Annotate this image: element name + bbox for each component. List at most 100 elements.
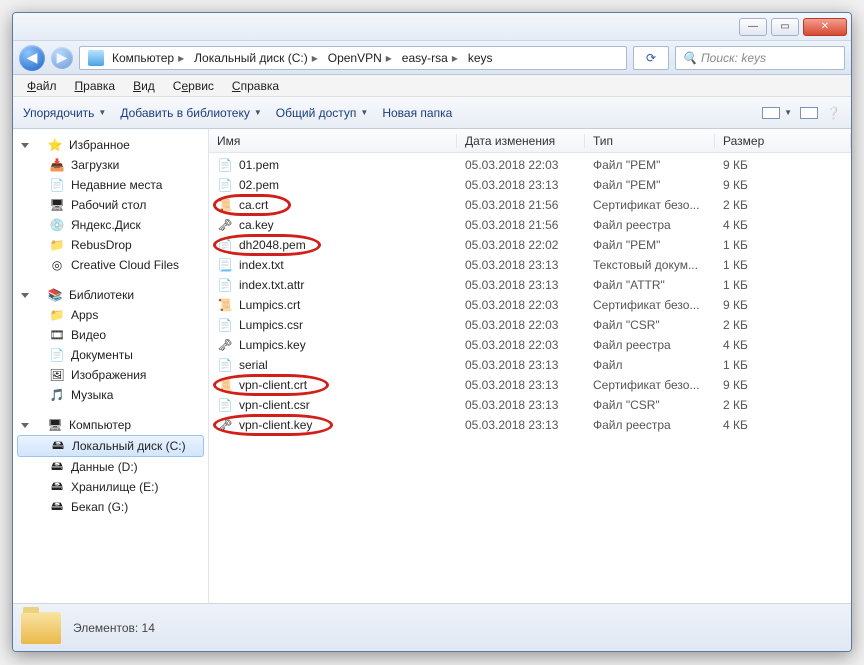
search-placeholder: Поиск: keys (701, 51, 766, 65)
view-mode-button[interactable]: ▼ (762, 107, 792, 119)
file-type: Файл реестра (585, 338, 715, 352)
breadcrumb-item[interactable]: OpenVPN▸ (326, 51, 398, 65)
preview-pane-button[interactable] (800, 107, 818, 119)
nav-group-header[interactable]: ⭐Избранное (13, 135, 208, 155)
file-size: 2 КБ (715, 318, 851, 332)
close-button[interactable]: ✕ (803, 18, 847, 36)
breadcrumb-item[interactable]: Локальный диск (C:)▸ (192, 51, 324, 65)
file-row[interactable]: 📄Lumpics.csr05.03.2018 22:03Файл "CSR"2 … (209, 315, 851, 335)
breadcrumb-bar[interactable]: Компьютер▸ Локальный диск (C:)▸ OpenVPN▸… (79, 46, 627, 70)
help-button[interactable]: ❔ (826, 106, 841, 120)
main: ⭐Избранное 📥Загрузки📄Недавние места🖥Рабо… (13, 129, 851, 603)
file-date: 05.03.2018 23:13 (457, 178, 585, 192)
nav-item[interactable]: 🖴Локальный диск (C:) (17, 435, 204, 457)
nav-item[interactable]: 🖴Данные (D:) (13, 457, 208, 477)
file-name: vpn-client.csr (239, 398, 310, 412)
file-row[interactable]: 📃index.txt05.03.2018 23:13Текстовый доку… (209, 255, 851, 275)
breadcrumb-item[interactable]: easy-rsa▸ (400, 51, 464, 65)
file-row[interactable]: 📄02.pem05.03.2018 23:13Файл "PEM"9 КБ (209, 175, 851, 195)
col-size[interactable]: Размер (715, 134, 851, 148)
file-size: 1 КБ (715, 278, 851, 292)
nav-group-favorites: ⭐Избранное 📥Загрузки📄Недавние места🖥Рабо… (13, 135, 208, 275)
nav-item-label: Видео (71, 328, 106, 342)
new-folder-button[interactable]: Новая папка (382, 106, 452, 120)
file-icon: 📄 (217, 277, 233, 293)
file-row[interactable]: 📄vpn-client.csr05.03.2018 23:13Файл "CSR… (209, 395, 851, 415)
file-row[interactable]: 📜Lumpics.crt05.03.2018 22:03Сертификат б… (209, 295, 851, 315)
breadcrumb-item[interactable]: Компьютер▸ (110, 51, 190, 65)
file-type: Текстовый докум... (585, 258, 715, 272)
file-date: 05.03.2018 22:03 (457, 318, 585, 332)
nav-item[interactable]: 📁RebusDrop (13, 235, 208, 255)
add-to-library-button[interactable]: Добавить в библиотеку ▼ (120, 106, 261, 120)
share-button[interactable]: Общий доступ ▼ (276, 106, 369, 120)
minimize-button[interactable]: — (739, 18, 767, 36)
nav-group-header[interactable]: 📚Библиотеки (13, 285, 208, 305)
nav-item-label: Документы (71, 348, 133, 362)
file-type: Файл "CSR" (585, 398, 715, 412)
file-icon: 📄 (217, 397, 233, 413)
nav-item-label: Creative Cloud Files (71, 258, 179, 272)
folder-icon (21, 612, 61, 644)
file-row[interactable]: 📄01.pem05.03.2018 22:03Файл "PEM"9 КБ (209, 155, 851, 175)
file-name: serial (239, 358, 268, 372)
file-date: 05.03.2018 22:02 (457, 238, 585, 252)
col-date[interactable]: Дата изменения (457, 134, 585, 148)
file-row[interactable]: 📜ca.crt05.03.2018 21:56Сертификат безо..… (209, 195, 851, 215)
nav-item[interactable]: 🎵Музыка (13, 385, 208, 405)
nav-item[interactable]: 💿Яндекс.Диск (13, 215, 208, 235)
nav-item[interactable]: 📄Недавние места (13, 175, 208, 195)
file-row[interactable]: 📜vpn-client.crt05.03.2018 23:13Сертифика… (209, 375, 851, 395)
breadcrumb-item[interactable]: keys (466, 51, 495, 65)
file-date: 05.03.2018 22:03 (457, 158, 585, 172)
file-row[interactable]: 🗝vpn-client.key05.03.2018 23:13Файл реес… (209, 415, 851, 435)
nav-item-icon: 📁 (49, 307, 65, 323)
file-date: 05.03.2018 23:13 (457, 278, 585, 292)
nav-item[interactable]: 📁Apps (13, 305, 208, 325)
refresh-button[interactable]: ⟳ (633, 46, 669, 70)
nav-group-header[interactable]: 🖥Компьютер (13, 415, 208, 435)
file-date: 05.03.2018 23:13 (457, 258, 585, 272)
nav-back-button[interactable]: ◀ (19, 45, 45, 71)
file-row[interactable]: 📄serial05.03.2018 23:13Файл1 КБ (209, 355, 851, 375)
navigation-pane: ⭐Избранное 📥Загрузки📄Недавние места🖥Рабо… (13, 129, 209, 603)
organize-button[interactable]: Упорядочить ▼ (23, 106, 106, 120)
col-name[interactable]: Имя (209, 134, 457, 148)
file-row[interactable]: 🗝ca.key05.03.2018 21:56Файл реестра4 КБ (209, 215, 851, 235)
file-icon: 📄 (217, 237, 233, 253)
menu-help[interactable]: Справка (224, 77, 287, 95)
file-icon: 📄 (217, 177, 233, 193)
nav-item[interactable]: 📄 Документы (13, 345, 208, 365)
file-name: 01.pem (239, 158, 279, 172)
menubar: Файл Правка Вид Сервис Справка (13, 75, 851, 97)
nav-item-icon: 🖴 (50, 438, 66, 454)
file-row[interactable]: 📄dh2048.pem05.03.2018 22:02Файл "PEM"1 К… (209, 235, 851, 255)
nav-item[interactable]: 🖴Хранилище (E:) (13, 477, 208, 497)
nav-item[interactable]: 🖼Изображения (13, 365, 208, 385)
nav-item-icon: 🎞 (49, 327, 65, 343)
file-size: 4 КБ (715, 218, 851, 232)
menu-edit[interactable]: Правка (67, 77, 124, 95)
nav-item[interactable]: 📥Загрузки (13, 155, 208, 175)
file-type: Файл реестра (585, 418, 715, 432)
col-type[interactable]: Тип (585, 134, 715, 148)
file-row[interactable]: 🗝Lumpics.key05.03.2018 22:03Файл реестра… (209, 335, 851, 355)
nav-item-icon: 📄 (49, 347, 65, 363)
nav-forward-button[interactable]: ▶ (51, 47, 73, 69)
nav-item[interactable]: 🎞 Видео (13, 325, 208, 345)
nav-item[interactable]: ◎Creative Cloud Files (13, 255, 208, 275)
file-date: 05.03.2018 23:13 (457, 418, 585, 432)
file-row[interactable]: 📄index.txt.attr05.03.2018 23:13Файл "ATT… (209, 275, 851, 295)
menu-view[interactable]: Вид (125, 77, 163, 95)
nav-item[interactable]: 🖥Рабочий стол (13, 195, 208, 215)
search-box[interactable]: 🔍 Поиск: keys (675, 46, 845, 70)
menu-tools[interactable]: Сервис (165, 77, 222, 95)
nav-item-icon: 📁 (49, 237, 65, 253)
file-icon: 🗝 (217, 217, 233, 233)
nav-item-label: Загрузки (71, 158, 119, 172)
nav-item[interactable]: 🖴Бекап (G:) (13, 497, 208, 517)
maximize-button[interactable]: ▭ (771, 18, 799, 36)
file-name: ca.key (239, 218, 274, 232)
file-icon: 📜 (217, 377, 233, 393)
menu-file[interactable]: Файл (19, 77, 65, 95)
